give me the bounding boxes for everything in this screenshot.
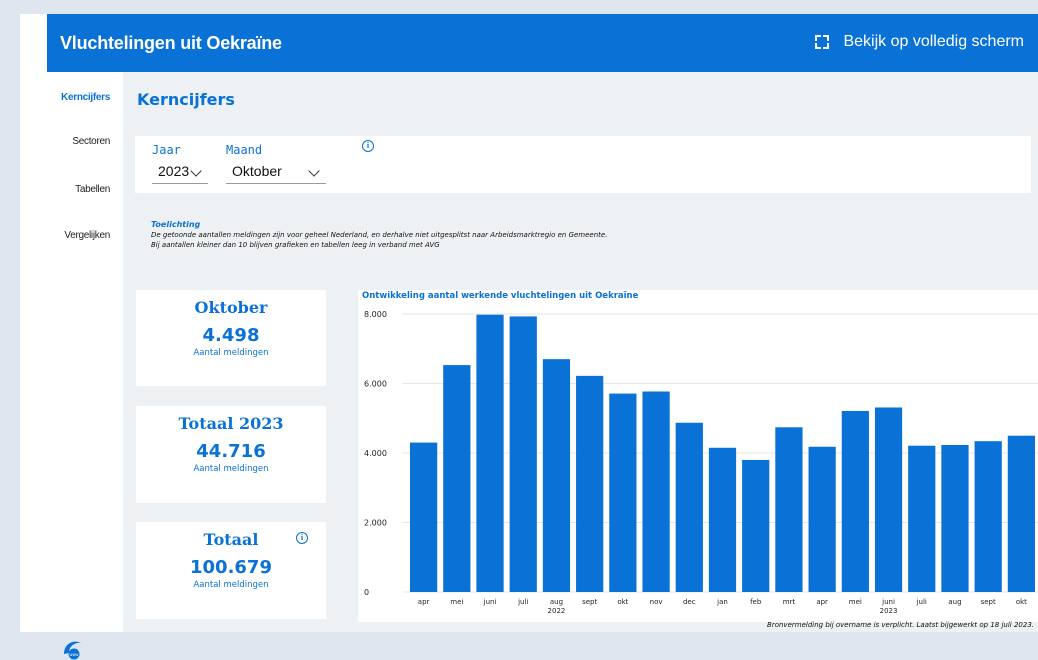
kpi-label: Aantal meldingen: [193, 348, 269, 358]
info-icon[interactable]: i: [362, 140, 374, 152]
x-tick-label: apr: [418, 598, 430, 606]
note-line-2: Bij aantallen kleiner dan 10 blijven gra…: [151, 241, 440, 249]
chart-bar: [509, 316, 537, 592]
x-year-label: 2023: [880, 607, 898, 615]
month-select[interactable]: Oktober: [226, 161, 326, 184]
x-tick-label: okt: [1016, 598, 1027, 606]
chart-bar: [542, 359, 571, 592]
chart-bar: [808, 446, 836, 592]
kpi-label: Aantal meldingen: [193, 464, 269, 474]
app-header: Vluchtelingen uit Oekraïne Bekijk op vol…: [47, 14, 1038, 72]
month-select-value: Oktober: [232, 163, 282, 179]
explanation-note: Toelichting De getoonde aantallen meldin…: [151, 220, 607, 250]
chart-bar: [908, 445, 936, 592]
x-tick-label: aug: [550, 598, 563, 606]
chart-bar: [409, 442, 438, 592]
chart-bar: [576, 375, 604, 592]
x-tick-label: mei: [450, 598, 463, 606]
note-line-1: De getoonde aantallen meldingen zijn voo…: [151, 231, 608, 239]
kpi-value: 4.498: [202, 325, 260, 346]
chart-bar: [775, 427, 803, 592]
chart-bar: [974, 441, 1002, 592]
chart-bar: [642, 391, 670, 592]
dashboard-frame: Vluchtelingen uit Oekraïne Bekijk op vol…: [20, 14, 1038, 660]
chart-bar: [675, 422, 703, 592]
y-tick-label: 0: [364, 588, 369, 597]
year-select-value: 2023: [158, 163, 190, 179]
chart-bar: [443, 365, 471, 592]
filter-panel: Jaar 2023 Maand Oktober i: [135, 136, 1031, 193]
x-tick-label: apr: [816, 598, 828, 606]
main-content: Kerncijfers Jaar 2023 Maand Oktober i To…: [123, 72, 1038, 632]
x-tick-label: juli: [916, 598, 927, 606]
kpi-label: Aantal meldingen: [193, 580, 269, 590]
month-filter-label: Maand: [226, 143, 263, 157]
year-select[interactable]: 2023: [152, 161, 208, 184]
x-tick-label: juni: [483, 598, 497, 606]
sidebar-item-kerncijfers[interactable]: Kerncijfers: [61, 92, 110, 103]
chart-bar: [874, 407, 903, 592]
sidebar-item-tabellen[interactable]: Tabellen: [75, 184, 110, 195]
x-tick-label: sept: [981, 598, 996, 606]
year-filter-label: Jaar: [152, 143, 181, 157]
sidebar-item-sectoren[interactable]: Sectoren: [72, 136, 110, 147]
chart-bar: [941, 445, 969, 592]
chart-bar: [476, 314, 504, 592]
x-tick-label: juli: [517, 598, 528, 606]
chevron-down-icon: [308, 165, 320, 177]
y-tick-label: 4.000: [364, 449, 387, 458]
chart-bar: [708, 447, 737, 592]
kpi-value: 44.716: [196, 441, 266, 462]
y-tick-label: 2.000: [364, 519, 387, 528]
chart-bar: [609, 393, 637, 592]
kpi-title: Totaal 2023: [178, 414, 284, 433]
kpi-card-total: Totaal 100.679 Aantal meldingen i: [136, 522, 326, 619]
x-tick-label: aug: [948, 598, 961, 606]
fullscreen-label: Bekijk op volledig scherm: [843, 33, 1024, 50]
chart-bar: [1007, 435, 1036, 592]
x-tick-label: mei: [849, 598, 862, 606]
x-tick-label: dec: [683, 598, 696, 606]
page-title: Kerncijfers: [137, 90, 235, 109]
y-tick-label: 8.000: [364, 310, 387, 319]
sidebar: Kerncijfers Sectoren Tabellen Vergelijke…: [20, 72, 120, 660]
x-tick-label: nov: [650, 598, 663, 606]
logo-text: uwv: [69, 653, 79, 658]
x-tick-label: mrt: [783, 598, 796, 606]
note-heading: Toelichting: [151, 220, 201, 229]
kpi-card-year-total: Totaal 2023 44.716 Aantal meldingen: [136, 406, 326, 503]
chart-bar: [841, 410, 869, 592]
chart-bar: [742, 459, 770, 592]
fullscreen-icon: [815, 35, 830, 49]
bar-chart: 0 2.000 4.000 6.000 8.000 apr mei juni juli aug se…: [364, 310, 1038, 615]
uwv-logo: uwv: [64, 641, 81, 660]
app-title: Vluchtelingen uit Oekraïne: [60, 33, 282, 53]
x-tick-label: okt: [617, 598, 628, 606]
x-tick-label: jan: [716, 598, 728, 606]
kpi-value: 100.679: [190, 557, 272, 578]
kpi-title: Oktober: [194, 298, 268, 317]
fullscreen-button[interactable]: Bekijk op volledig scherm: [815, 33, 1024, 51]
y-tick-label: 6.000: [364, 380, 387, 389]
chevron-down-icon: [190, 165, 202, 177]
x-tick-label: juni: [881, 598, 895, 606]
x-year-label: 2022: [548, 607, 566, 615]
kpi-card-month: Oktober 4.498 Aantal meldingen: [136, 290, 326, 386]
x-tick-label: sept: [582, 598, 597, 606]
sidebar-item-vergelijken[interactable]: Vergelijken: [64, 230, 110, 241]
chart-panel: Ontwikkeling aantal werkende vluchteling…: [358, 290, 1038, 622]
x-tick-label: feb: [750, 598, 762, 606]
info-icon[interactable]: i: [296, 532, 308, 544]
source-note: Bronvermelding bij overname is verplicht…: [767, 621, 1034, 629]
